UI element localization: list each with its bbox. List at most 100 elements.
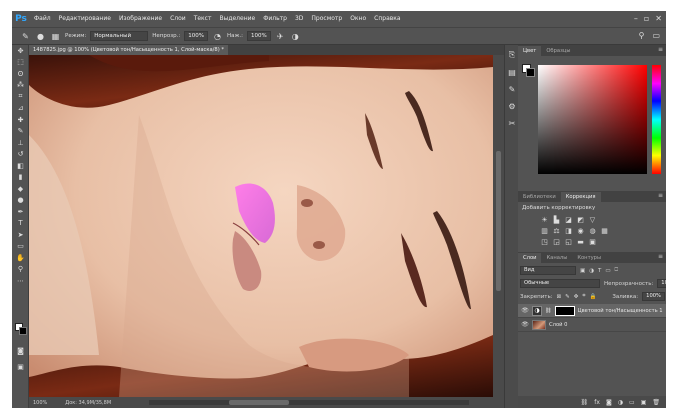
canvas-horizontal-scroll-thumb[interactable] — [229, 400, 289, 405]
black-white-icon[interactable]: ◨ — [564, 226, 573, 235]
tools-preset-panel-icon[interactable]: ✂ — [505, 116, 519, 130]
path-selection-tool-icon[interactable]: ➤ — [12, 229, 29, 241]
lock-pixels-icon[interactable]: ✎ — [565, 294, 570, 300]
color-field[interactable] — [538, 65, 647, 174]
eye-icon[interactable]: 👁 — [521, 307, 529, 314]
lock-all-icon[interactable]: 🔒 — [590, 294, 597, 300]
photo-filter-icon[interactable]: ◉ — [576, 226, 585, 235]
menu-edit[interactable]: Редактирование — [55, 11, 115, 27]
brush-tool-icon[interactable]: ✎ — [20, 31, 31, 42]
layer-style-icon[interactable]: fx — [594, 399, 600, 406]
canvas-vertical-scrollbar[interactable] — [493, 55, 504, 397]
link-layers-icon[interactable]: ⛓ — [581, 399, 589, 406]
blur-tool-icon[interactable]: ◆ — [12, 183, 29, 195]
layer-filter-select[interactable]: Вид — [520, 266, 576, 275]
brush-panel-icon[interactable]: ▦ — [50, 31, 61, 42]
delete-layer-icon[interactable]: 🗑 — [652, 399, 660, 406]
hand-tool-icon[interactable]: ✋ — [12, 252, 29, 264]
vibrance-icon[interactable]: ▽ — [588, 215, 597, 224]
color-balance-icon[interactable]: ⚖ — [552, 226, 561, 235]
new-group-icon[interactable]: ▭ — [629, 399, 635, 406]
opacity-input[interactable]: 100% — [184, 31, 208, 41]
lock-position-icon[interactable]: ✥ — [574, 294, 579, 300]
tab-channels[interactable]: Каналы — [541, 253, 572, 263]
canvas-horizontal-scrollbar[interactable] — [149, 400, 469, 405]
filter-smart-object-icon[interactable]: ⎕ — [615, 267, 618, 274]
pressure-opacity-icon[interactable]: ◔ — [212, 31, 223, 42]
hue-saturation-icon[interactable]: ▥ — [540, 226, 549, 235]
menu-view[interactable]: Просмотр — [307, 11, 346, 27]
levels-icon[interactable]: ▙ — [552, 215, 561, 224]
pressure-input[interactable]: 100% — [247, 31, 271, 41]
document-canvas[interactable] — [29, 55, 493, 397]
filter-pixel-icon[interactable]: ▣ — [580, 268, 585, 274]
move-tool-icon[interactable]: ✥ — [12, 45, 29, 57]
healing-brush-tool-icon[interactable]: ✚ — [12, 114, 29, 126]
layers-panel-menu-icon[interactable]: ≡ — [658, 252, 663, 262]
lock-artboard-icon[interactable]: ⌗ — [582, 293, 585, 300]
layer-row-hue-saturation[interactable]: 👁 ◑ ⛓ Цветовой тон/Насыщенность 1 — [518, 304, 666, 318]
menu-help[interactable]: Справка — [370, 11, 404, 27]
menu-3d[interactable]: 3D — [291, 11, 307, 27]
canvas-vertical-scroll-thumb[interactable] — [496, 151, 501, 291]
invert-icon[interactable]: ◳ — [540, 237, 549, 246]
eye-icon[interactable]: 👁 — [521, 321, 529, 328]
menu-image[interactable]: Изображение — [115, 11, 166, 27]
hue-slider[interactable] — [652, 65, 661, 174]
more-tools-icon[interactable]: ⋯ — [12, 275, 29, 287]
close-icon[interactable]: ✕ — [655, 11, 662, 27]
menu-file[interactable]: Файл — [30, 11, 55, 27]
tab-adjustments[interactable]: Коррекция — [560, 192, 601, 202]
marquee-tool-icon[interactable]: ⬚ — [12, 57, 29, 69]
lock-transparent-icon[interactable]: ⊠ — [557, 294, 562, 300]
tab-color[interactable]: Цвет — [518, 46, 542, 56]
selective-color-icon[interactable]: ▣ — [588, 237, 597, 246]
airbrush-icon[interactable]: ✈ — [275, 31, 286, 42]
exposure-icon[interactable]: ◩ — [576, 215, 585, 224]
clone-stamp-tool-icon[interactable]: ⊥ — [12, 137, 29, 149]
tab-layers[interactable]: Слои — [518, 253, 542, 263]
history-panel-icon[interactable]: ⎘ — [505, 48, 519, 62]
new-layer-icon[interactable]: ▣ — [641, 399, 647, 406]
document-tab[interactable]: 1487825.jpg @ 100% (Цветовой тон/Насыщен… — [29, 45, 228, 55]
layer-opacity-input[interactable]: 100% — [657, 279, 666, 288]
gradient-tool-icon[interactable]: ▮ — [12, 172, 29, 184]
filter-adjustment-icon[interactable]: ◑ — [589, 268, 594, 274]
color-panel-menu-icon[interactable]: ≡ — [658, 45, 663, 55]
brightness-contrast-icon[interactable]: ☀ — [540, 215, 549, 224]
magic-wand-tool-icon[interactable]: ⁂ — [12, 80, 29, 92]
menu-layer[interactable]: Слои — [166, 11, 190, 27]
zoom-tool-icon[interactable]: ⚲ — [12, 264, 29, 276]
posterize-icon[interactable]: ◲ — [552, 237, 561, 246]
zoom-level[interactable]: 100% — [33, 400, 47, 406]
properties-panel-icon[interactable]: ▤ — [505, 65, 519, 79]
workspace-icon[interactable]: ▭ — [652, 31, 660, 40]
dodge-tool-icon[interactable]: ● — [12, 195, 29, 207]
add-mask-icon[interactable]: ◙ — [606, 399, 612, 406]
maximize-icon[interactable]: ▫ — [644, 11, 649, 27]
threshold-icon[interactable]: ◱ — [564, 237, 573, 246]
type-tool-icon[interactable]: T — [12, 218, 29, 230]
new-adjustment-icon[interactable]: ◑ — [618, 399, 623, 406]
menu-type[interactable]: Текст — [190, 11, 216, 27]
channel-mixer-icon[interactable]: ◍ — [588, 226, 597, 235]
layer-mask-thumbnail[interactable] — [554, 305, 575, 316]
blend-mode-select[interactable]: Обычные — [520, 279, 600, 288]
rectangle-tool-icon[interactable]: ▭ — [12, 241, 29, 253]
eraser-tool-icon[interactable]: ◧ — [12, 160, 29, 172]
gradient-map-icon[interactable]: ▬ — [576, 237, 585, 246]
color-lookup-icon[interactable]: ▦ — [600, 226, 609, 235]
brush-settings-panel-icon[interactable]: ✎ — [505, 82, 519, 96]
character-panel-icon[interactable]: ⚙ — [505, 99, 519, 113]
brush-tool-icon[interactable]: ✎ — [12, 126, 29, 138]
adjustments-panel-menu-icon[interactable]: ≡ — [658, 191, 663, 201]
lasso-tool-icon[interactable]: ʘ — [12, 68, 29, 80]
pressure-size-icon[interactable]: ◑ — [290, 31, 301, 42]
curves-icon[interactable]: ◪ — [564, 215, 573, 224]
screen-mode-icon[interactable]: ▣ — [12, 361, 29, 373]
tab-paths[interactable]: Контуры — [572, 253, 606, 263]
menu-select[interactable]: Выделение — [215, 11, 259, 27]
brush-preset-icon[interactable]: ● — [35, 31, 46, 42]
background-color-swatch[interactable] — [19, 327, 27, 335]
quick-mask-icon[interactable]: ◙ — [12, 345, 29, 357]
